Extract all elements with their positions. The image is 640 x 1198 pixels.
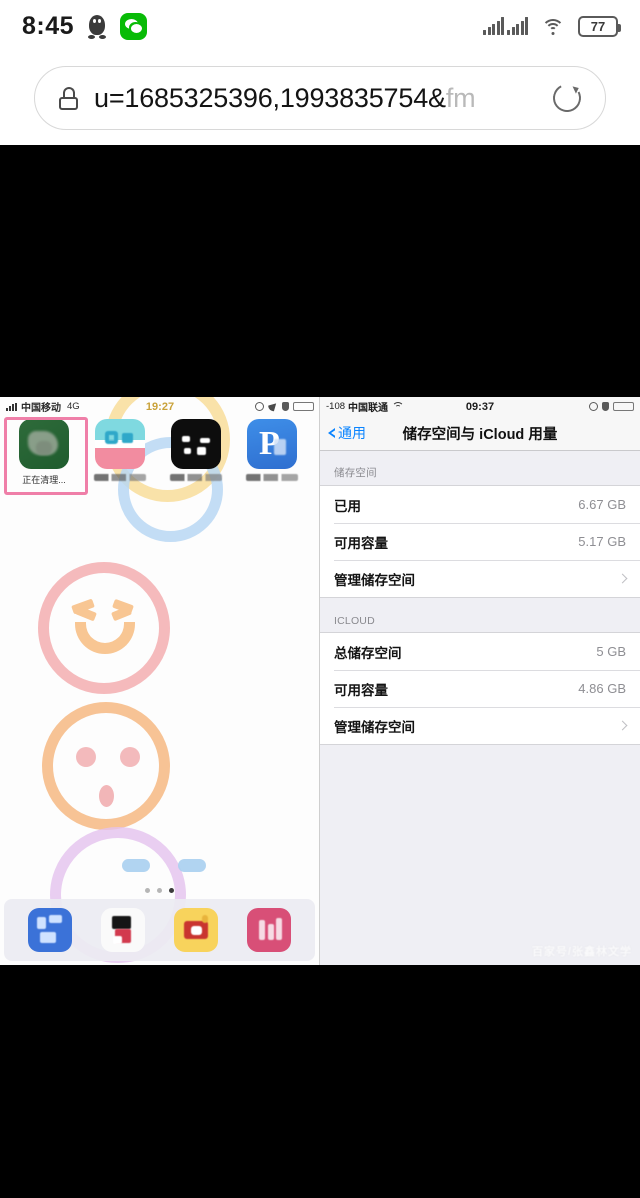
settings-row-icloud-manage[interactable]: 管理储存空间: [320, 707, 640, 744]
cleaning-app-icon[interactable]: [19, 419, 69, 469]
embedded-screenshot-image: 中国移动 4G 19:27 正在清理... P -108 中国联通 09:37 …: [0, 397, 640, 965]
back-button-label: 通用: [338, 425, 366, 441]
status-bar-clock: 8:45: [22, 11, 75, 40]
settings-row-total-storage: 总储存空间 5 GB: [320, 633, 640, 670]
lock-icon: [59, 86, 78, 110]
url-text-faded: fm: [445, 82, 476, 113]
settings-group-icloud: 总储存空间 5 GB 可用容量 4.86 GB 管理储存空间: [320, 632, 640, 745]
teal-pink-app-icon[interactable]: [95, 419, 145, 469]
settings-row-manage-storage[interactable]: 管理储存空间: [320, 560, 640, 597]
rotation-lock-icon: [282, 402, 289, 411]
refresh-icon[interactable]: [549, 80, 585, 116]
browser-chrome: 8:45 77 u=1685325396,1993835754&fm: [0, 0, 640, 145]
ios-status-right: [255, 399, 314, 414]
ios-status-bar-settings: -108 中国联通 09:37: [320, 397, 640, 416]
app-grid: 正在清理... P: [0, 419, 319, 486]
page-dot[interactable]: [145, 888, 150, 893]
page-dot-active[interactable]: [169, 888, 174, 893]
url-text-visible: u=1685325396,1993835754&: [94, 82, 446, 113]
battery-icon: 77: [578, 15, 621, 37]
app-item-black[interactable]: [158, 419, 234, 486]
settings-row-icloud-available: 可用容量 4.86 GB: [320, 670, 640, 707]
page-title: 储存空间与 iCloud 用量: [402, 426, 558, 443]
dock-white-icon[interactable]: [101, 908, 146, 952]
chevron-left-icon: [328, 428, 337, 438]
android-status-bar: 8:45 77: [0, 0, 640, 52]
ios-home-screen-pane: 中国移动 4G 19:27 正在清理... P: [0, 397, 320, 965]
black-app-icon[interactable]: [171, 419, 221, 469]
dock-yellow-icon[interactable]: [173, 908, 218, 952]
section-header-icloud: ICLOUD: [334, 615, 375, 627]
page-root: 8:45 77 u=1685325396,1993835754&fm 中国移动 …: [0, 0, 640, 1198]
alarm-icon: [589, 402, 598, 411]
chevron-right-icon: [617, 573, 628, 584]
page-dot[interactable]: [157, 888, 162, 893]
app-item-cleaning[interactable]: 正在清理...: [6, 419, 82, 486]
ios-status-right-2: [589, 402, 634, 411]
battery-percent: 77: [590, 18, 606, 34]
app-label-cleaning: 正在清理...: [22, 475, 66, 485]
settings-nav-bar: 通用 储存空间与 iCloud 用量: [320, 416, 640, 451]
wallpaper-surprised-eye-right: [120, 747, 140, 767]
row-label: 管理储存空间: [334, 572, 415, 588]
app-label-blurred-2: [170, 474, 222, 481]
qq-icon: [86, 13, 108, 39]
row-label: 可用容量: [334, 535, 388, 551]
back-button[interactable]: 通用: [328, 423, 366, 443]
page-indicator-dots[interactable]: [0, 888, 319, 893]
settings-content: 储存空间 已用 6.67 GB 可用容量 5.17 GB 管理储存空间 ICLO…: [320, 451, 640, 965]
ios-dock: [4, 899, 315, 961]
row-value: 5.17 GB: [578, 534, 626, 549]
settings-group-storage: 已用 6.67 GB 可用容量 5.17 GB 管理储存空间: [320, 485, 640, 598]
wallpaper-face-surprised: [42, 702, 170, 830]
app-item-blue-p[interactable]: P: [234, 419, 310, 486]
watermark-text: 百家号/张鑫林文学: [531, 946, 632, 958]
row-label: 总储存空间: [334, 645, 402, 661]
status-bar-left: 8:45: [22, 11, 148, 41]
row-label: 可用容量: [334, 682, 388, 698]
ios-status-bar-home: 中国移动 4G 19:27: [0, 397, 319, 416]
ios-battery-icon: [293, 402, 314, 411]
url-input[interactable]: u=1685325396,1993835754&fm: [94, 83, 543, 114]
wifi-icon: [541, 17, 565, 35]
dock-pink-icon[interactable]: [246, 908, 291, 952]
wallpaper-blob-right: [178, 859, 206, 872]
blue-p-app-icon[interactable]: P: [247, 419, 297, 469]
ios-battery-icon-2: [613, 402, 634, 411]
alarm-icon: [255, 402, 264, 411]
app-label-blurred-3: [246, 474, 298, 481]
row-label: 管理储存空间: [334, 719, 415, 735]
row-value: 6.67 GB: [578, 497, 626, 512]
rotation-lock-icon: [602, 402, 609, 411]
app-label-blurred-1: [94, 474, 146, 481]
status-bar-right: 77: [483, 15, 621, 37]
wechat-icon: [120, 12, 148, 40]
row-value: 5 GB: [596, 644, 626, 659]
signal-bars-icon: [483, 17, 528, 35]
section-header-storage: 储存空间: [334, 467, 377, 479]
settings-row-used: 已用 6.67 GB: [320, 486, 640, 523]
url-bar[interactable]: u=1685325396,1993835754&fm: [34, 66, 606, 130]
settings-row-available: 可用容量 5.17 GB: [320, 523, 640, 560]
dock-blue-icon[interactable]: [28, 908, 73, 952]
row-label: 已用: [334, 498, 361, 514]
wallpaper-surprised-eye-left: [76, 747, 96, 767]
app-item-teal[interactable]: [82, 419, 158, 486]
wallpaper-blob-left: [122, 859, 150, 872]
ios-settings-pane: -108 中国联通 09:37 通用 储存空间与 iCloud 用量 储存空间 …: [320, 397, 640, 965]
row-value: 4.86 GB: [578, 681, 626, 696]
chevron-right-icon: [617, 720, 628, 731]
wallpaper-surprised-mouth: [99, 785, 114, 807]
